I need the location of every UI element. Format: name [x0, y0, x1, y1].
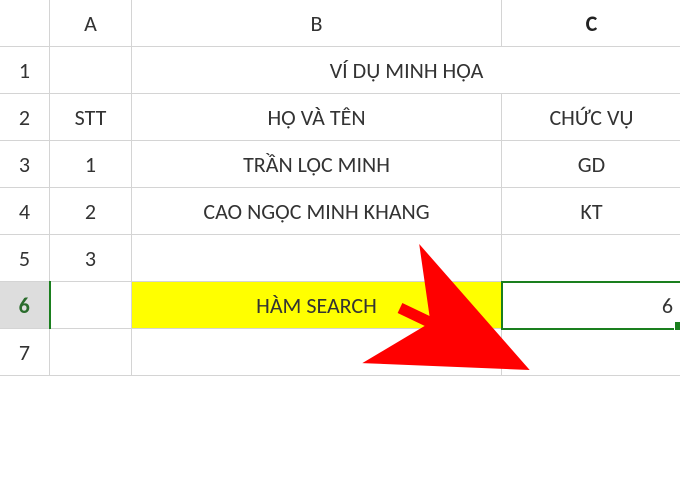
row-7: 7: [0, 329, 680, 376]
cell-a3[interactable]: 1: [50, 141, 132, 188]
cell-a4[interactable]: 2: [50, 188, 132, 235]
cell-a5[interactable]: 3: [50, 235, 132, 282]
cell-c7[interactable]: [502, 329, 680, 376]
cell-c5[interactable]: [502, 235, 680, 282]
select-all-corner[interactable]: [0, 0, 50, 47]
cell-b5[interactable]: [132, 235, 502, 282]
row-header-4[interactable]: 4: [0, 188, 50, 235]
row-5: 5 3: [0, 235, 680, 282]
column-header-a[interactable]: A: [50, 0, 132, 47]
cell-b3[interactable]: TRẦN LỘC MINH: [132, 141, 502, 188]
cell-a2[interactable]: STT: [50, 94, 132, 141]
row-6: 6 HÀM SEARCH 6: [0, 282, 680, 329]
row-1: 1 VÍ DỤ MINH HỌA: [0, 47, 680, 94]
row-header-7[interactable]: 7: [0, 329, 50, 376]
column-header-b[interactable]: B: [132, 0, 502, 47]
cell-c6[interactable]: 6: [502, 282, 680, 329]
cell-a6[interactable]: [50, 282, 132, 329]
cell-c4[interactable]: KT: [502, 188, 680, 235]
cell-b2[interactable]: HỌ VÀ TÊN: [132, 94, 502, 141]
row-2: 2 STT HỌ VÀ TÊN CHỨC VỤ: [0, 94, 680, 141]
row-header-1[interactable]: 1: [0, 47, 50, 94]
row-3: 3 1 TRẦN LỘC MINH GD: [0, 141, 680, 188]
cell-a1[interactable]: [50, 47, 132, 94]
column-header-row: A B C: [0, 0, 680, 47]
row-header-5[interactable]: 5: [0, 235, 50, 282]
grid: A B C 1 VÍ DỤ MINH HỌA 2 STT HỌ VÀ TÊN C…: [0, 0, 680, 376]
cell-c3[interactable]: GD: [502, 141, 680, 188]
spreadsheet: A B C 1 VÍ DỤ MINH HỌA 2 STT HỌ VÀ TÊN C…: [0, 0, 680, 500]
row-header-2[interactable]: 2: [0, 94, 50, 141]
row-header-6[interactable]: 6: [0, 282, 50, 329]
cell-c2[interactable]: CHỨC VỤ: [502, 94, 680, 141]
row-4: 4 2 CAO NGỌC MINH KHANG KT: [0, 188, 680, 235]
row-header-3[interactable]: 3: [0, 141, 50, 188]
cell-b4[interactable]: CAO NGỌC MINH KHANG: [132, 188, 502, 235]
cell-b1-c1-merged[interactable]: VÍ DỤ MINH HỌA: [132, 47, 680, 94]
cell-b7[interactable]: [132, 329, 502, 376]
column-header-c[interactable]: C: [502, 0, 680, 47]
cell-b6[interactable]: HÀM SEARCH: [132, 282, 502, 329]
cell-a7[interactable]: [50, 329, 132, 376]
